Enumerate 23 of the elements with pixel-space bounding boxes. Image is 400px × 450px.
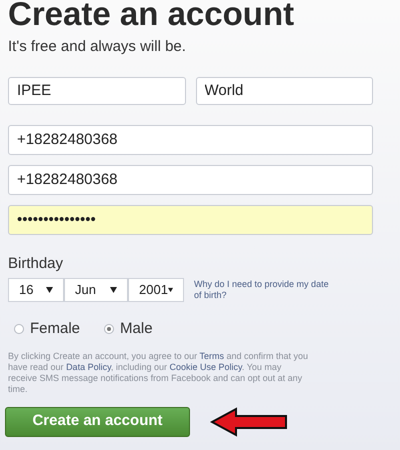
date-select[interactable]: 2001: [128, 278, 184, 302]
radio-label: Male: [120, 319, 153, 339]
dropdown-icon: [110, 287, 117, 293]
date-select[interactable]: Jun: [64, 278, 128, 302]
terms-link[interactable]: Data Policy: [66, 362, 111, 372]
date-select[interactable]: 16: [8, 278, 64, 302]
name-field[interactable]: IPEE: [8, 76, 186, 104]
name-field[interactable]: World: [196, 76, 373, 104]
radio-label: Female: [30, 319, 80, 339]
password-field[interactable]: •••••••••••••••: [8, 204, 373, 234]
dropdown-icon: [46, 287, 53, 293]
birthday-help-link[interactable]: Why do I need to provide my date of birth?: [194, 279, 334, 301]
birthday-label: Birthday: [8, 254, 64, 274]
dropdown-icon: [168, 287, 173, 293]
terms-text: By clicking Create an account, you agree to our Terms and confirm that you have read our Data Policy, including our Cookie Use Policy. You may receive SMS message notifications from Facebook and can opt out at any time.: [8, 350, 308, 394]
phone-field[interactable]: +18282480368: [8, 124, 373, 154]
terms-link[interactable]: Terms: [199, 350, 224, 360]
page-title: Create an account: [8, 0, 294, 32]
phone-field[interactable]: +18282480368: [8, 164, 373, 194]
subtitle: It's free and always will be.: [8, 37, 186, 57]
radio-button[interactable]: [104, 324, 114, 334]
radio-button[interactable]: [14, 324, 24, 334]
terms-link[interactable]: Cookie Use Policy: [169, 362, 242, 372]
